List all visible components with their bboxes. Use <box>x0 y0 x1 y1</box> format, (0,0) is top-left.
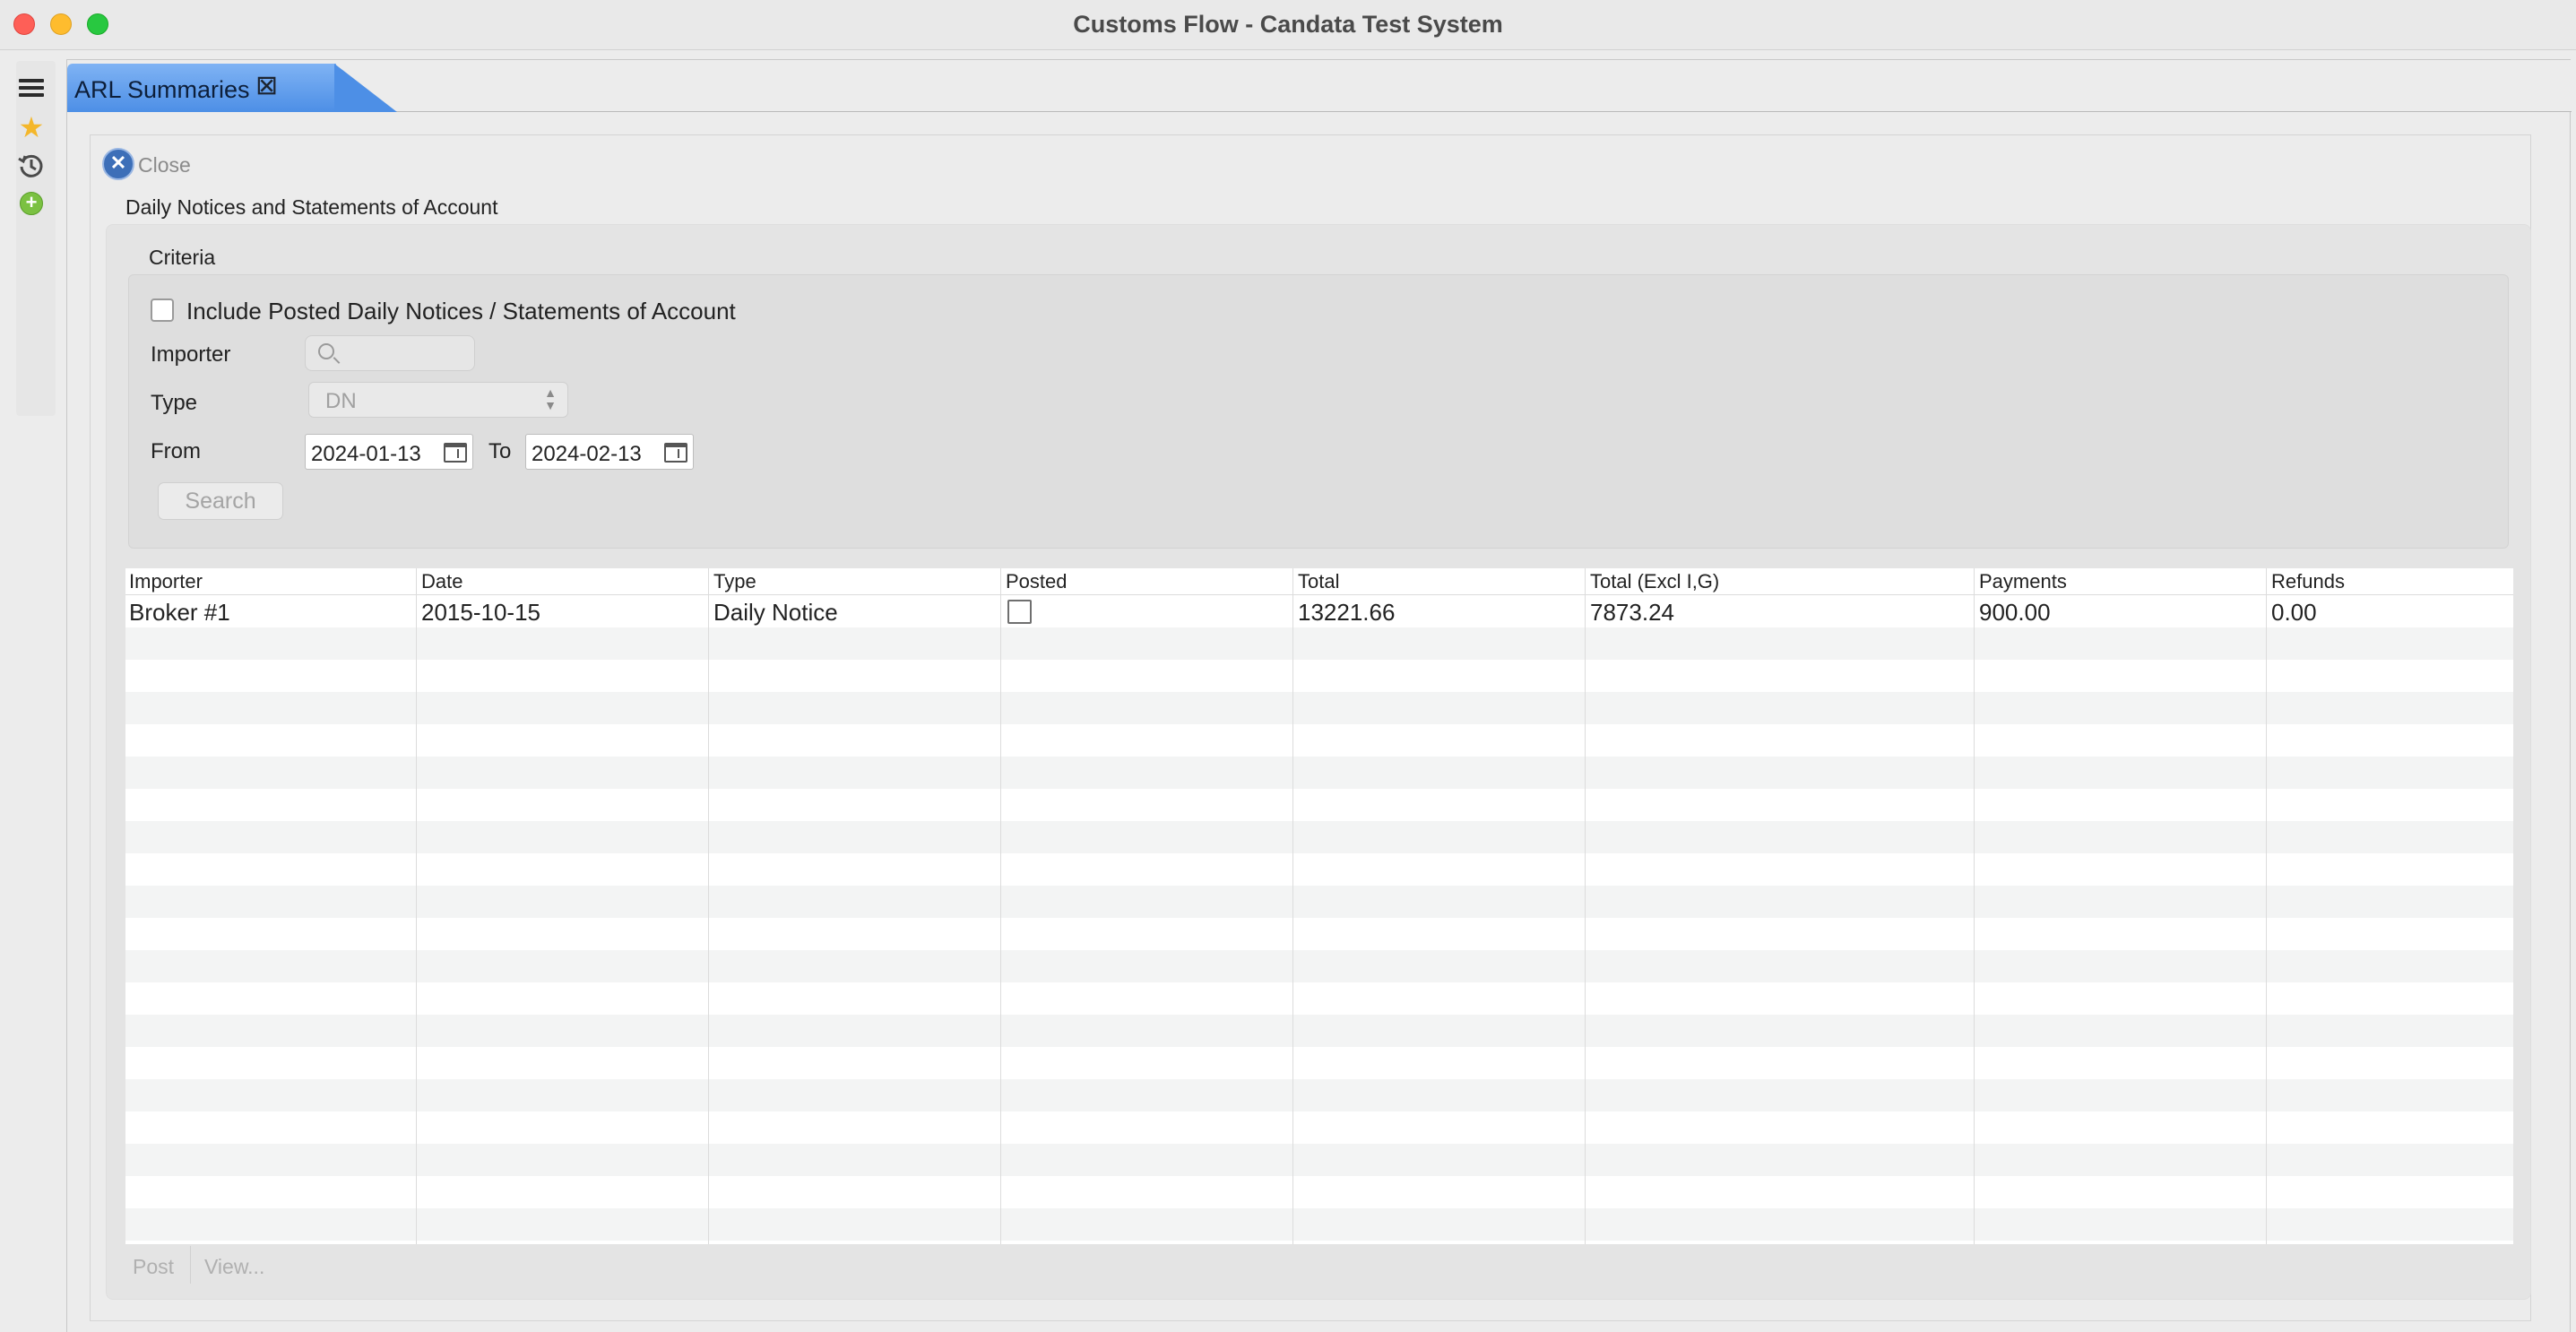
search-button[interactable]: Search <box>158 482 283 520</box>
table-row-empty <box>125 982 2513 1015</box>
column-header-date[interactable]: Date <box>421 570 462 593</box>
summaries-table[interactable]: Importer Date Type Posted Total Total (E… <box>125 568 2513 1244</box>
column-header-total[interactable]: Total <box>1298 570 1339 593</box>
from-date-field[interactable]: 2024-01-13 <box>305 434 473 470</box>
table-row-empty <box>125 918 2513 950</box>
table-row-empty <box>125 1241 2513 1244</box>
table-row-empty <box>125 886 2513 918</box>
column-divider <box>1292 568 1293 1244</box>
include-posted-label[interactable]: Include Posted Daily Notices / Statement… <box>186 298 736 325</box>
table-header: Importer Date Type Posted Total Total (E… <box>125 568 2513 595</box>
table-row-empty <box>125 1111 2513 1144</box>
cell-posted-checkbox[interactable] <box>1007 600 1032 624</box>
tab-bar: ARL Summaries ⊠ <box>67 60 2572 112</box>
table-row-empty <box>125 757 2513 789</box>
table-row-empty <box>125 660 2513 692</box>
calendar-icon[interactable] <box>664 443 687 463</box>
tab-arl-summaries[interactable]: ARL Summaries ⊠ <box>67 64 336 112</box>
column-header-posted[interactable]: Posted <box>1006 570 1068 593</box>
history-icon[interactable] <box>16 151 47 181</box>
table-row-empty <box>125 1015 2513 1047</box>
favorites-star-icon[interactable]: ★ <box>16 112 47 143</box>
column-header-refunds[interactable]: Refunds <box>2271 570 2345 593</box>
tab-tail <box>334 64 397 112</box>
to-label: To <box>488 439 512 463</box>
type-label: Type <box>151 391 198 415</box>
from-label: From <box>151 439 201 463</box>
cell-refunds: 0.00 <box>2271 599 2317 626</box>
cell-type: Daily Notice <box>713 599 838 626</box>
importer-label: Importer <box>151 342 231 367</box>
table-row-empty <box>125 1176 2513 1208</box>
tab-close-icon[interactable]: ⊠ <box>255 73 278 99</box>
column-divider <box>1000 568 1001 1244</box>
criteria-title: Criteria <box>149 246 216 269</box>
cell-total: 13221.66 <box>1298 599 1396 626</box>
table-row-empty <box>125 724 2513 757</box>
table-row-empty <box>125 1208 2513 1241</box>
column-divider <box>708 568 709 1244</box>
window-title: Customs Flow - Candata Test System <box>1073 11 1503 38</box>
title-bar: Customs Flow - Candata Test System <box>0 0 2576 50</box>
importer-search-input[interactable] <box>305 335 475 371</box>
column-header-total-excl[interactable]: Total (Excl I,G) <box>1590 570 1719 593</box>
table-row-empty <box>125 1144 2513 1176</box>
table-row-empty <box>125 1079 2513 1111</box>
cell-date: 2015-10-15 <box>421 599 540 626</box>
table-row[interactable]: Broker #1 2015-10-15 Daily Notice 13221.… <box>125 595 2513 627</box>
table-row-empty <box>125 1047 2513 1079</box>
cell-importer: Broker #1 <box>129 599 230 626</box>
footer-divider <box>190 1246 191 1284</box>
section-title: Daily Notices and Statements of Account <box>125 195 498 219</box>
column-divider <box>1585 568 1586 1244</box>
table-row-empty <box>125 627 2513 660</box>
view-button[interactable]: View... <box>204 1255 264 1279</box>
type-select[interactable]: DN ▲ ▼ <box>308 382 568 418</box>
to-date-value: 2024-02-13 <box>532 442 642 466</box>
from-date-value: 2024-01-13 <box>311 442 421 466</box>
to-date-field[interactable]: 2024-02-13 <box>525 434 694 470</box>
search-icon <box>318 343 334 359</box>
table-row-empty <box>125 789 2513 821</box>
table-row-empty <box>125 950 2513 982</box>
cell-payments: 900.00 <box>1979 599 2051 626</box>
type-select-value: DN <box>325 389 357 413</box>
calendar-icon[interactable] <box>444 443 467 463</box>
menu-icon[interactable] <box>16 74 47 104</box>
tab-label: ARL Summaries <box>74 76 250 103</box>
add-icon[interactable]: + <box>20 192 43 215</box>
table-row-empty <box>125 692 2513 724</box>
column-divider <box>1974 568 1975 1244</box>
post-button[interactable]: Post <box>133 1255 174 1279</box>
column-header-importer[interactable]: Importer <box>129 570 203 593</box>
cell-total-excl: 7873.24 <box>1590 599 1674 626</box>
close-icon[interactable]: ✕ <box>102 148 134 180</box>
table-row-empty <box>125 853 2513 886</box>
include-posted-checkbox[interactable] <box>151 298 174 322</box>
column-header-payments[interactable]: Payments <box>1979 570 2067 593</box>
column-header-type[interactable]: Type <box>713 570 756 593</box>
chevron-updown-icon: ▲ ▼ <box>544 385 557 412</box>
table-row-empty <box>125 821 2513 853</box>
column-divider <box>2266 568 2267 1244</box>
close-button[interactable]: Close <box>138 153 191 177</box>
column-divider <box>416 568 417 1244</box>
